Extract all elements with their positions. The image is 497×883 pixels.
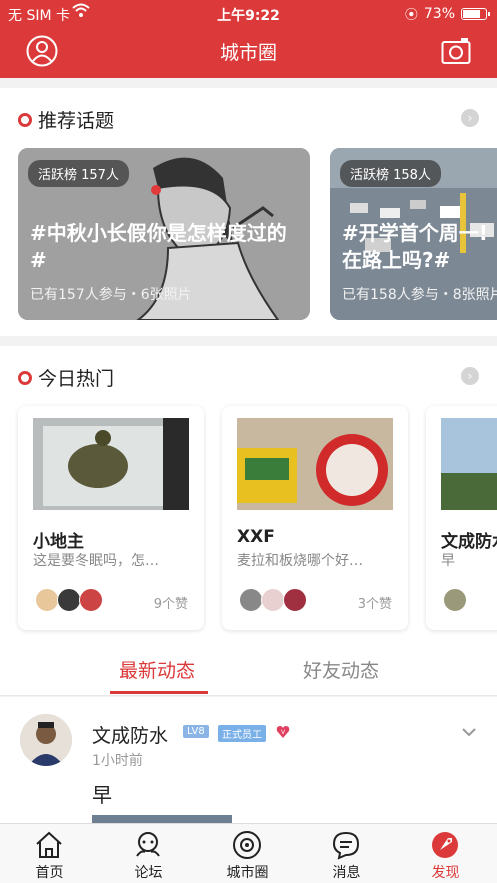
topic-card[interactable]: 活跃榜 158人 #开学首个周一!在路上吗?# 已有158人参与・8张照片: [330, 148, 497, 320]
tab-latest[interactable]: 最新动态: [119, 656, 195, 683]
post-author: 文成防水: [441, 532, 497, 552]
liker-avatar: [35, 588, 59, 612]
post-thumbnail: [33, 418, 189, 510]
liker-avatar: [79, 588, 103, 612]
topic-meta: 已有158人参与・8张照片: [342, 287, 497, 303]
tab-messages[interactable]: 消息: [297, 824, 396, 883]
hot-post-card[interactable]: XXF 麦拉和板烧哪个好… 3个赞: [222, 406, 408, 630]
section-heading: 今日热门: [18, 364, 114, 391]
status-bar: 无 SIM 卡 上午9:22 ⦿ 73%: [0, 0, 497, 26]
battery-percent: 73%: [423, 5, 455, 22]
camera-icon[interactable]: [441, 37, 471, 65]
city-circle-icon: [233, 831, 261, 859]
heart-badge-icon: V: [276, 724, 290, 743]
home-icon: [36, 831, 62, 858]
top-bar: 无 SIM 卡 上午9:22 ⦿ 73% 城市圈: [0, 0, 497, 78]
post-thumbnail: [441, 418, 497, 510]
post-excerpt: 这是要冬眠吗，怎…: [33, 553, 159, 569]
ring-bullet-icon: [18, 112, 32, 127]
active-tab-indicator: [110, 691, 208, 694]
post-time: 1小时前: [92, 753, 143, 769]
hot-post-card[interactable]: 小地主 这是要冬眠吗，怎… 9个赞: [18, 406, 204, 630]
tab-home[interactable]: 首页: [0, 824, 99, 883]
topic-title: #开学首个周一!在路上吗?#: [342, 221, 488, 272]
liker-avatar: [57, 588, 81, 612]
tab-forum[interactable]: 论坛: [99, 824, 198, 883]
discover-rocket-icon: [432, 832, 458, 858]
battery-area: ⦿ 73%: [404, 4, 490, 23]
post-excerpt: 麦拉和板烧哪个好…: [237, 553, 363, 569]
avatar[interactable]: [20, 714, 72, 766]
liker-avatar: [261, 588, 285, 612]
post-thumbnail: [237, 418, 393, 510]
message-icon: [332, 831, 360, 860]
section-heading: 推荐话题: [18, 106, 114, 133]
battery-icon: [461, 7, 490, 20]
tab-friends[interactable]: 好友动态: [303, 656, 379, 683]
likes-count: 9个赞: [153, 597, 188, 612]
feed-post[interactable]: 文成防水 LV8 正式员工 V 1小时前 早: [0, 697, 497, 827]
post-author: XXF: [237, 527, 275, 547]
post-text: 早: [92, 783, 112, 807]
post-author: 小地主: [33, 532, 84, 552]
likes-count: 3个赞: [357, 597, 392, 612]
hot-post-card[interactable]: 文成防水 早: [426, 406, 497, 630]
page-title: 城市圈: [219, 42, 277, 64]
tab-city-circle[interactable]: 城市圈: [198, 824, 297, 883]
tab-discover[interactable]: 发现: [396, 824, 495, 883]
post-excerpt: 早: [441, 553, 455, 569]
liker-avatar: [239, 588, 263, 612]
more-arrow-icon[interactable]: ›: [461, 109, 479, 127]
post-author[interactable]: 文成防水: [92, 721, 168, 748]
forum-icon: [136, 832, 160, 857]
activity-badge: 活跃榜 158人: [340, 160, 441, 187]
topic-meta: 已有157人参与・6张照片: [30, 287, 192, 303]
role-badge: 正式员工: [218, 725, 266, 742]
activity-badge: 活跃榜 157人: [28, 160, 129, 187]
topic-card[interactable]: 活跃榜 157人 #中秋小长假你是怎样度过的# 已有157人参与・6张照片: [18, 148, 310, 320]
feed-tabs: 最新动态 好友动态: [0, 640, 497, 696]
ring-bullet-icon: [18, 370, 32, 385]
liker-avatar: [283, 588, 307, 612]
bottom-tab-bar: 首页 论坛 城市圈 消息 发现: [0, 823, 497, 883]
more-arrow-icon[interactable]: ›: [461, 367, 479, 385]
topic-title: #中秋小长假你是怎样度过的#: [30, 221, 287, 272]
level-badge: LV8: [183, 725, 209, 738]
liker-avatar: [443, 588, 467, 612]
rotation-lock-icon: ⦿: [404, 8, 418, 23]
chevron-down-icon[interactable]: [461, 724, 477, 740]
